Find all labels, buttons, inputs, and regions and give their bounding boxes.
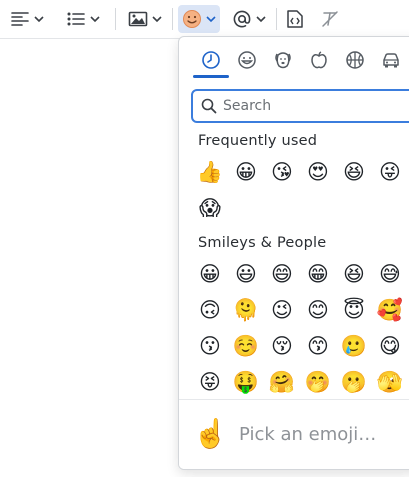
emoji-button[interactable]: 😘: [266, 156, 298, 188]
emoji-button[interactable]: 🥰: [374, 294, 406, 326]
image-icon: [128, 11, 148, 27]
align-left-icon: [11, 12, 29, 26]
emoji-button[interactable]: 😍: [302, 156, 334, 188]
emoji-button[interactable]: 😃: [230, 258, 262, 290]
toolbar-divider: [276, 8, 277, 30]
emoji-category-tabs: [179, 37, 409, 79]
emoji-icon: [183, 10, 201, 28]
chevron-down-icon: [90, 16, 100, 23]
emoji-button[interactable]: 😜: [374, 156, 406, 188]
emoji-preview-bar: ☝️ Pick an emoji…: [179, 399, 409, 469]
emoji-search-input[interactable]: [223, 98, 403, 114]
emoji-button[interactable]: 🤭: [302, 366, 334, 398]
emoji-search-field[interactable]: [191, 89, 409, 123]
emoji-button[interactable]: 🙃: [194, 294, 226, 326]
insert-image-button[interactable]: [124, 5, 166, 33]
toolbar-divider: [172, 8, 173, 30]
emoji-button[interactable]: 😁: [302, 258, 334, 290]
basketball-icon: [346, 51, 364, 69]
active-category-indicator: [193, 75, 229, 78]
emoji-button[interactable]: 🤑: [230, 366, 262, 398]
emoji-button[interactable]: 😱: [194, 192, 226, 224]
emoji-button[interactable]: 😆: [338, 156, 370, 188]
search-icon: [201, 98, 217, 114]
chevron-down-icon: [256, 16, 266, 23]
emoji-picker-panel: Frequently used 👍😀😘😍😆😜😱 Smileys & People…: [178, 36, 409, 470]
emoji-button[interactable]: 😀: [230, 156, 262, 188]
apple-icon: [311, 51, 327, 69]
chevron-down-icon: [152, 16, 162, 23]
car-icon: [383, 53, 399, 68]
emoji-button[interactable]: 🤗: [266, 366, 298, 398]
code-snippet-button[interactable]: [282, 5, 308, 33]
emoji-button[interactable]: 😝: [194, 366, 226, 398]
emoji-button[interactable]: 😙: [302, 330, 334, 362]
emoji-button[interactable]: 😆: [338, 258, 370, 290]
emoji-button[interactable]: 😚: [266, 330, 298, 362]
clear-formatting-icon: [322, 11, 338, 27]
emoji-button[interactable]: [178, 5, 220, 33]
emoji-button[interactable]: 😊: [302, 294, 334, 326]
emoji-button[interactable]: 😀: [194, 258, 226, 290]
smiley-icon: [238, 51, 256, 69]
chevron-down-icon: [34, 16, 44, 23]
clear-formatting-button[interactable]: [316, 5, 344, 33]
emoji-button[interactable]: 😋: [374, 330, 406, 362]
emoji-button[interactable]: ☺️: [230, 330, 262, 362]
emoji-button[interactable]: 😄: [266, 258, 298, 290]
bulleted-list-icon: [67, 12, 85, 26]
mention-icon: [233, 10, 251, 28]
emoji-button[interactable]: 🫣: [374, 366, 406, 398]
emoji-button[interactable]: 🥲: [338, 330, 370, 362]
section-title-frequent: Frequently used: [198, 133, 318, 149]
emoji-button[interactable]: 👍: [194, 156, 226, 188]
bulleted-list-button[interactable]: [62, 5, 104, 33]
emoji-button[interactable]: 😅: [374, 258, 406, 290]
mention-button[interactable]: [228, 5, 270, 33]
category-tab-animals[interactable]: [265, 45, 301, 75]
category-tab-recent[interactable]: [193, 45, 229, 75]
emoji-button[interactable]: 😇: [338, 294, 370, 326]
preview-text: Pick an emoji…: [239, 424, 377, 445]
chevron-down-icon: [206, 16, 216, 23]
align-button[interactable]: [6, 5, 48, 33]
category-tab-smileys[interactable]: [229, 45, 265, 75]
emoji-button[interactable]: 😉: [266, 294, 298, 326]
emoji-button[interactable]: 😗: [194, 330, 226, 362]
section-title-smileys: Smileys & People: [198, 235, 327, 251]
emoji-button[interactable]: 🫢: [338, 366, 370, 398]
clock-icon: [202, 51, 220, 69]
editor-toolbar: [0, 0, 409, 39]
preview-emoji: ☝️: [193, 417, 228, 450]
emoji-button[interactable]: 🫠: [230, 294, 262, 326]
toolbar-divider: [115, 8, 116, 30]
category-tab-activity[interactable]: [337, 45, 373, 75]
code-snippet-icon: [287, 10, 303, 28]
dog-icon: [275, 52, 291, 69]
category-tab-travel[interactable]: [373, 45, 409, 75]
category-tab-food[interactable]: [301, 45, 337, 75]
